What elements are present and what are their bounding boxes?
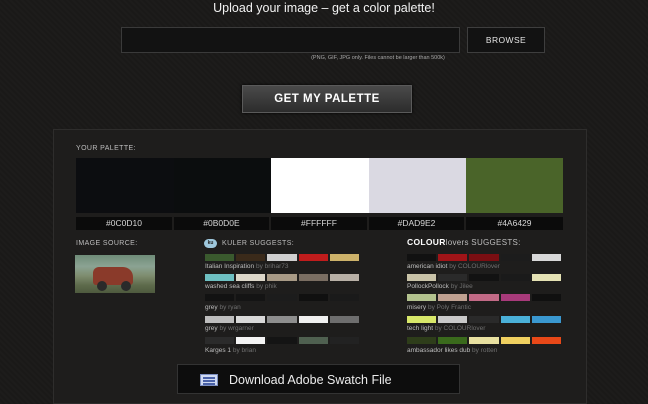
mini-swatch[interactable] [469, 316, 499, 323]
colourlovers-swatch-row-3[interactable] [407, 294, 562, 301]
palette-hex-1: #0C0D10 [76, 217, 172, 230]
mini-swatch[interactable] [236, 294, 266, 301]
mini-swatch[interactable] [531, 337, 562, 344]
mini-swatch[interactable] [329, 294, 360, 301]
kuler-swatch-row-4[interactable] [205, 316, 360, 323]
mini-swatch[interactable] [438, 294, 468, 301]
mini-swatch[interactable] [205, 274, 235, 281]
mini-swatch[interactable] [469, 254, 499, 261]
mini-swatch[interactable] [267, 316, 297, 323]
mini-swatch[interactable] [407, 294, 437, 301]
mini-swatch[interactable] [267, 274, 297, 281]
palette-swatch-1[interactable] [76, 158, 174, 213]
mini-swatch[interactable] [500, 254, 530, 261]
palette-title: YOUR PALETTE: [76, 145, 136, 152]
file-upload-input[interactable] [121, 27, 460, 53]
download-label: Download Adobe Swatch File [229, 373, 392, 387]
kuler-item-label-3[interactable]: grey by ryan [205, 304, 241, 311]
kuler-item-label-4[interactable]: grey by wrgarner [205, 325, 254, 332]
palette-swatch-3[interactable] [271, 158, 369, 213]
mini-swatch[interactable] [500, 337, 530, 344]
colourlovers-item-label-5[interactable]: ambassador likes dub by rotten [407, 347, 497, 354]
mini-swatch[interactable] [500, 294, 530, 301]
kuler-logo-icon: ku [204, 239, 217, 248]
image-source-title: IMAGE SOURCE: [76, 240, 138, 247]
kuler-swatch-row-3[interactable] [205, 294, 360, 301]
mini-swatch[interactable] [236, 274, 266, 281]
mini-swatch[interactable] [407, 274, 437, 281]
kuler-item-label-5[interactable]: Karges 1 by brian [205, 347, 256, 354]
mini-swatch[interactable] [469, 274, 499, 281]
kuler-item-label-2[interactable]: washed sea cliffs by phik [205, 283, 277, 290]
car-wheel [97, 281, 107, 291]
mini-swatch[interactable] [329, 254, 360, 261]
file-requirements-note: (PNG, GIF, JPG only. Files cannot be lar… [311, 55, 445, 61]
mini-swatch[interactable] [438, 337, 468, 344]
palette-swatch-5[interactable] [466, 158, 563, 213]
mini-swatch[interactable] [438, 254, 468, 261]
kuler-swatch-row-5[interactable] [205, 337, 360, 344]
colourlovers-item-label-3[interactable]: misery by Poly Frantic [407, 304, 471, 311]
mini-swatch[interactable] [469, 337, 499, 344]
kuler-swatch-row-2[interactable] [205, 274, 360, 281]
download-swatch-button[interactable]: Download Adobe Swatch File [177, 364, 460, 394]
mini-swatch[interactable] [205, 254, 235, 261]
kuler-swatch-row-1[interactable] [205, 254, 360, 261]
mini-swatch[interactable] [236, 337, 266, 344]
mini-swatch[interactable] [500, 274, 530, 281]
mini-swatch[interactable] [267, 254, 297, 261]
palette-swatch-2[interactable] [174, 158, 271, 213]
colourlovers-swatch-row-2[interactable] [407, 274, 562, 281]
mini-swatch[interactable] [236, 316, 266, 323]
mini-swatch[interactable] [469, 294, 499, 301]
palette-swatch-4[interactable] [369, 158, 466, 213]
mini-swatch[interactable] [236, 254, 266, 261]
mini-swatch[interactable] [438, 274, 468, 281]
mini-swatch[interactable] [407, 316, 437, 323]
colourlovers-swatch-row-5[interactable] [407, 337, 562, 344]
colourlovers-logo: COLOUR [407, 237, 446, 247]
page-heading: Upload your image – get a color palette! [213, 1, 435, 15]
colourlovers-item-label-4[interactable]: tech light by COLOURlover [407, 325, 485, 332]
mini-swatch[interactable] [267, 294, 297, 301]
mini-swatch[interactable] [531, 294, 562, 301]
mini-swatch[interactable] [500, 316, 530, 323]
swatch-file-icon [200, 374, 218, 386]
colourlovers-title: COLOURlovers SUGGESTS: [407, 237, 521, 247]
mini-swatch[interactable] [298, 337, 328, 344]
mini-swatch[interactable] [531, 254, 562, 261]
mini-swatch[interactable] [329, 316, 360, 323]
colourlovers-swatch-row-1[interactable] [407, 254, 562, 261]
palette-hex-4: #DAD9E2 [369, 217, 464, 230]
mini-swatch[interactable] [298, 274, 328, 281]
mini-swatch[interactable] [531, 274, 562, 281]
mini-swatch[interactable] [298, 254, 328, 261]
kuler-title: KULER SUGGESTS: [222, 240, 295, 247]
mini-swatch[interactable] [267, 337, 297, 344]
kuler-item-label-1[interactable]: Italian Inspiration by brihar73 [205, 263, 288, 270]
get-my-palette-button[interactable]: GET MY PALETTE [242, 85, 412, 113]
mini-swatch[interactable] [298, 294, 328, 301]
mini-swatch[interactable] [205, 294, 235, 301]
palette-hex-3: #FFFFFF [271, 217, 367, 230]
mini-swatch[interactable] [329, 337, 360, 344]
browse-button[interactable]: BROWSE [467, 27, 545, 53]
mini-swatch[interactable] [298, 316, 328, 323]
colourlovers-swatch-row-4[interactable] [407, 316, 562, 323]
mini-swatch[interactable] [205, 337, 235, 344]
page: Upload your image – get a color palette!… [0, 0, 648, 404]
colourlovers-item-label-1[interactable]: american idiot by COLOURlover [407, 263, 500, 270]
mini-swatch[interactable] [407, 254, 437, 261]
colourlovers-item-label-2[interactable]: PollockPollock by Jilee [407, 283, 473, 290]
palette-hex-2: #0B0D0E [174, 217, 269, 230]
car-wheel [121, 281, 131, 291]
mini-swatch[interactable] [407, 337, 437, 344]
palette-hex-5: #4A6429 [466, 217, 563, 230]
mini-swatch[interactable] [329, 274, 360, 281]
mini-swatch[interactable] [531, 316, 562, 323]
mini-swatch[interactable] [438, 316, 468, 323]
source-image-thumbnail [75, 255, 155, 293]
mini-swatch[interactable] [205, 316, 235, 323]
